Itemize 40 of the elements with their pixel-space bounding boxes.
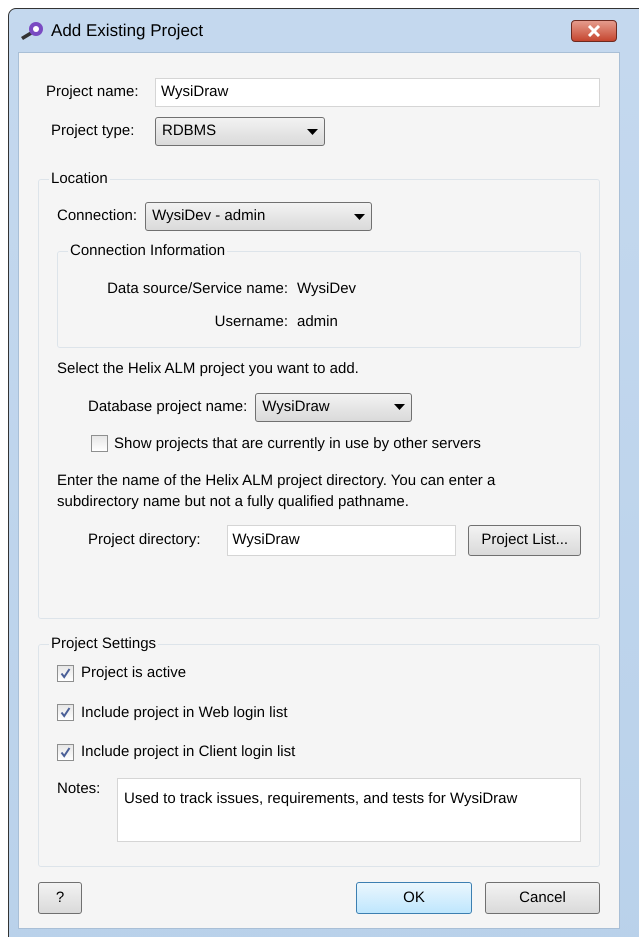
project-list-button[interactable]: Project List... [468,525,581,556]
caret-icon [394,404,406,410]
notes-field[interactable]: Used to track issues, requirements, and tests for WysiDraw [117,778,581,842]
check-icon [60,746,71,758]
checkbox[interactable] [57,664,74,682]
info-label: Username: [214,312,288,332]
dropdown[interactable]: RDBMS [155,117,325,146]
field-label: Database project name: [88,396,248,417]
close-icon [587,24,601,36]
project-name-field[interactable]: WysiDraw [155,78,600,107]
checkbox-label: Project is active [81,663,186,683]
field-label: Project name: [45,82,140,102]
info-value: WysiDev [297,279,356,299]
checkbox[interactable] [57,744,74,761]
caret-icon [354,214,366,220]
check-icon [60,707,71,718]
project-directory-field[interactable]: WysiDraw [227,525,456,556]
check-icon [60,668,71,679]
help-button[interactable]: ? [38,882,82,914]
info-label: Data source/Service name: [106,279,288,299]
cancel-button[interactable]: Cancel [485,882,600,914]
field-label: Notes: [57,778,102,798]
dropdown[interactable]: WysiDev - admin [145,202,372,231]
instruction-text: Select the Helix ALM project you want to add. [57,359,360,379]
field-label: Connection: [57,206,138,226]
checkbox[interactable] [91,435,108,452]
caret-icon [307,128,318,134]
close-button[interactable] [571,20,617,42]
instruction-text: Enter the name of the Helix ALM project directory. You can enter a subdirectory name but not a fully qualified pathname. [57,471,496,512]
group-title: Project Settings [49,634,158,654]
window-title: Add Existing Project [51,20,204,42]
ok-button[interactable]: OK [356,882,472,914]
checkbox-label: Include project in Web login list [81,702,288,722]
checkbox-label: Include project in Client login list [81,742,296,762]
checkbox-label: Show projects that are currently in use by other servers [114,434,481,454]
checkbox[interactable] [57,704,74,722]
field-label: Project type: [50,121,136,142]
info-value: admin [297,312,338,332]
field-label: Project directory: [88,530,202,550]
dropdown[interactable]: WysiDraw [255,392,412,422]
